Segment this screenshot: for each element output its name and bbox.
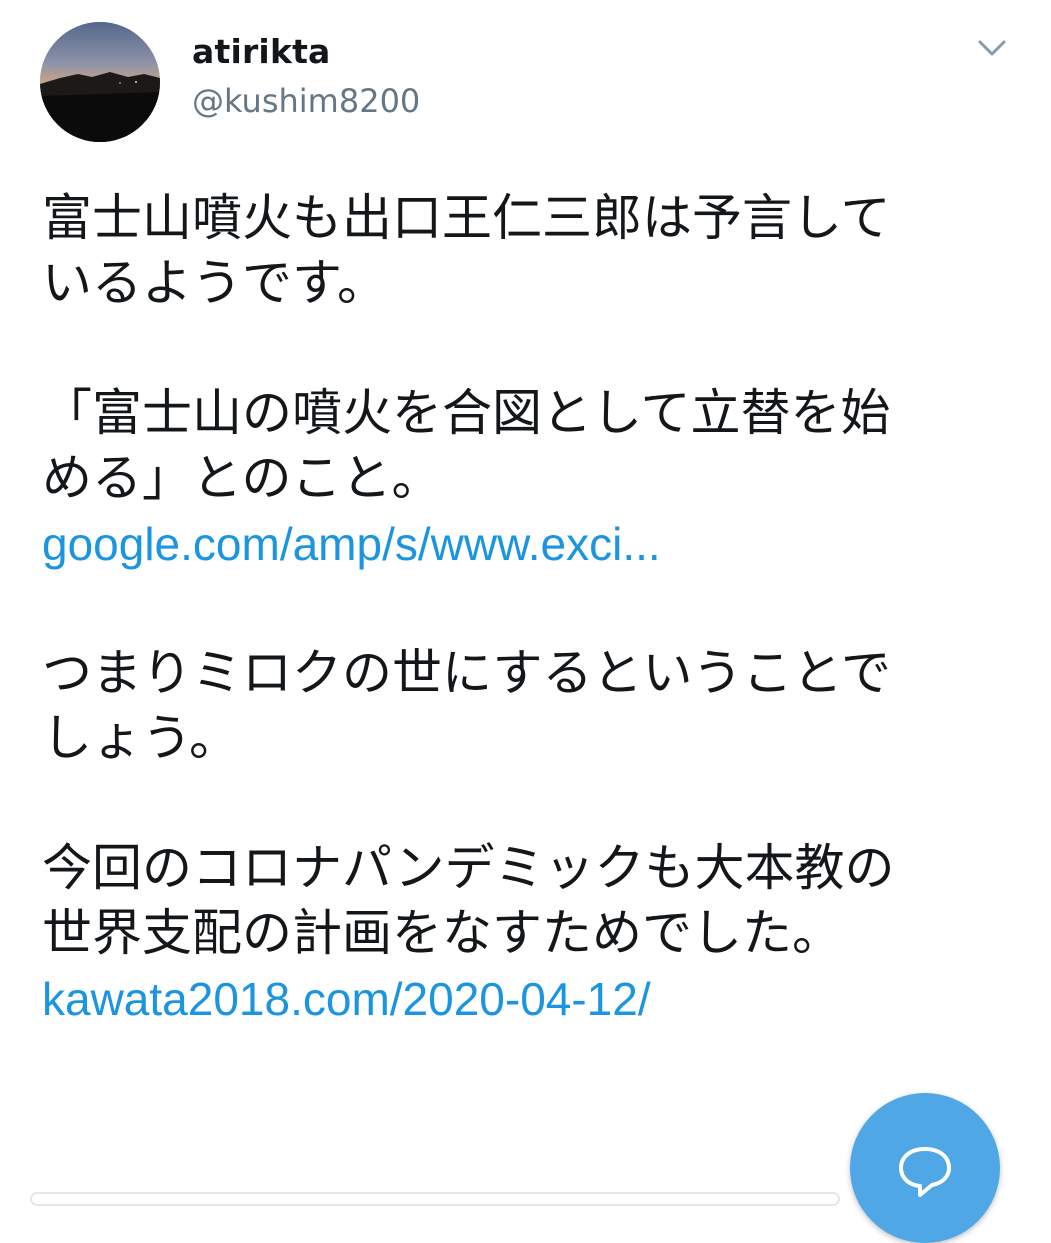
chevron-down-icon[interactable] [972,34,1012,64]
tweet-line: つまりミロクの世にするということで [42,644,891,702]
tweet-line: いるようです。 [42,254,387,312]
display-name[interactable]: atirikta [192,32,331,71]
tweet-line: kawata2018.com/2020-04-12/ [42,966,1002,1031]
tweet-link[interactable]: google.com/amp/s/www.exci... [42,518,661,570]
tweet-line: 「富士山の噴火を合図として立替を始 [42,384,891,442]
tweet-line: しょう。 [42,709,239,767]
user-handle[interactable]: @kushim8200 [192,82,420,120]
tweet: atirikta @kushim8200 富士山噴火も出口王仁三郎は予言して いる… [0,0,1051,1243]
tweet-line: 富士山噴火も出口王仁三郎は予言して [42,189,891,247]
tweet-line: 今回のコロナパンデミックも大本教の [42,839,895,897]
tweet-line: める」とのこと。 [42,449,442,507]
tweet-text: 富士山噴火も出口王仁三郎は予言して いるようです。「富士山の噴火を合図として立替を… [42,186,1002,1031]
reply-input-edge[interactable] [30,1192,840,1206]
tweet-link[interactable]: kawata2018.com/2020-04-12/ [42,973,651,1025]
reply-button[interactable] [850,1093,1000,1243]
tweet-line: google.com/amp/s/www.exci... [42,511,1002,576]
reply-bubble-icon [899,1147,951,1197]
avatar[interactable] [40,22,160,142]
profile-photo-icon [40,22,160,142]
tweet-line: 世界支配の計画をなすためでした。 [42,904,842,962]
